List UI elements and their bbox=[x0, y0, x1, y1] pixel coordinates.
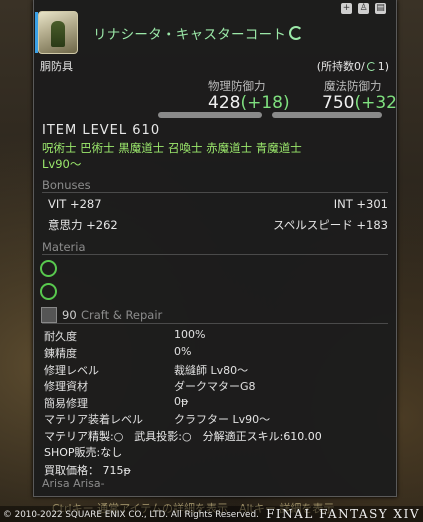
book-icon[interactable]: ▤ bbox=[375, 3, 386, 14]
mag-def-label: 魔法防御力 bbox=[324, 79, 382, 93]
game-logo: FINAL FANTASY XIV bbox=[266, 507, 420, 521]
mag-def-bar bbox=[272, 112, 382, 118]
materia-melding-value: クラフター Lv90～ bbox=[174, 413, 271, 426]
repair-material-label: 修理資材 bbox=[44, 380, 88, 393]
quick-repair-label: 簡易修理 bbox=[44, 397, 88, 410]
phys-def-bar bbox=[158, 112, 262, 118]
item-level: ITEM LEVEL 610 bbox=[42, 123, 161, 138]
hq-small-icon bbox=[366, 62, 376, 71]
shop-sell: SHOP販売:なし bbox=[44, 446, 123, 459]
sell-price: 買取価格： 715ᵽ bbox=[44, 464, 131, 477]
crafter-name: Arisa Arisa- bbox=[42, 477, 105, 490]
bonuses-title: Bonuses bbox=[42, 178, 91, 192]
robe-icon bbox=[51, 21, 65, 47]
repair-level-value: 裁縫師 Lv80～ bbox=[174, 364, 249, 377]
materia-title: Materia bbox=[42, 240, 86, 254]
bonus-vit: VIT +287 bbox=[48, 197, 102, 211]
craft-repair-title: Craft & Repair bbox=[81, 308, 163, 322]
repair-material-value: ダークマターG8 bbox=[174, 380, 256, 393]
owned-count: (所持数0/1) bbox=[316, 60, 389, 73]
item-tooltip: + ♙ ▤ リナシータ・キャスターコート 胴防具 (所持数0/1) 物理防御力 … bbox=[33, 0, 397, 497]
spiritbond-value: 0% bbox=[174, 345, 192, 358]
tooltip-icon-bar: + ♙ ▤ bbox=[341, 3, 386, 14]
character-icon[interactable]: ♙ bbox=[358, 3, 369, 14]
phys-def-label: 物理防御力 bbox=[208, 79, 266, 93]
durability-label: 耐久度 bbox=[44, 330, 77, 343]
divider bbox=[42, 192, 388, 193]
bonus-mnd: 意思力 +262 bbox=[48, 218, 118, 232]
craft-level: 90 bbox=[62, 308, 77, 322]
durability-value: 100% bbox=[174, 328, 206, 341]
hq-icon bbox=[289, 26, 304, 40]
repair-level-label: 修理レベル bbox=[44, 364, 99, 377]
mag-def-value: 750(+32) bbox=[322, 93, 397, 113]
spiritbond-label: 錬精度 bbox=[44, 347, 77, 360]
phys-def-value: 428(+18) bbox=[208, 93, 290, 113]
job-list: 呪術士 巴術士 黒魔道士 召喚士 赤魔道士 青魔道士 bbox=[42, 141, 302, 155]
divider bbox=[42, 254, 388, 255]
quick-repair-value: 0ᵽ bbox=[174, 395, 189, 408]
bonus-spellspeed: スペルスピード +183 bbox=[273, 218, 388, 232]
materia-melding-label: マテリア装着レベル bbox=[44, 413, 143, 426]
needle-icon bbox=[41, 307, 57, 323]
bonus-int: INT +301 bbox=[333, 197, 388, 211]
item-glow-bar bbox=[35, 12, 38, 53]
add-icon[interactable]: + bbox=[341, 3, 352, 14]
item-category: 胴防具 bbox=[40, 60, 73, 73]
copyright-text: © 2010-2022 SQUARE ENIX CO., LTD. All Ri… bbox=[3, 510, 259, 520]
item-icon bbox=[35, 11, 78, 54]
meld-info: マテリア精製:○ 武具投影:○ 分解適正スキル:610.00 bbox=[44, 430, 322, 443]
item-name: リナシータ・キャスターコート bbox=[93, 23, 304, 43]
materia-slot[interactable] bbox=[40, 260, 57, 277]
level-requirement: Lv90～ bbox=[42, 157, 82, 171]
divider bbox=[42, 323, 388, 324]
materia-slot[interactable] bbox=[40, 283, 57, 300]
